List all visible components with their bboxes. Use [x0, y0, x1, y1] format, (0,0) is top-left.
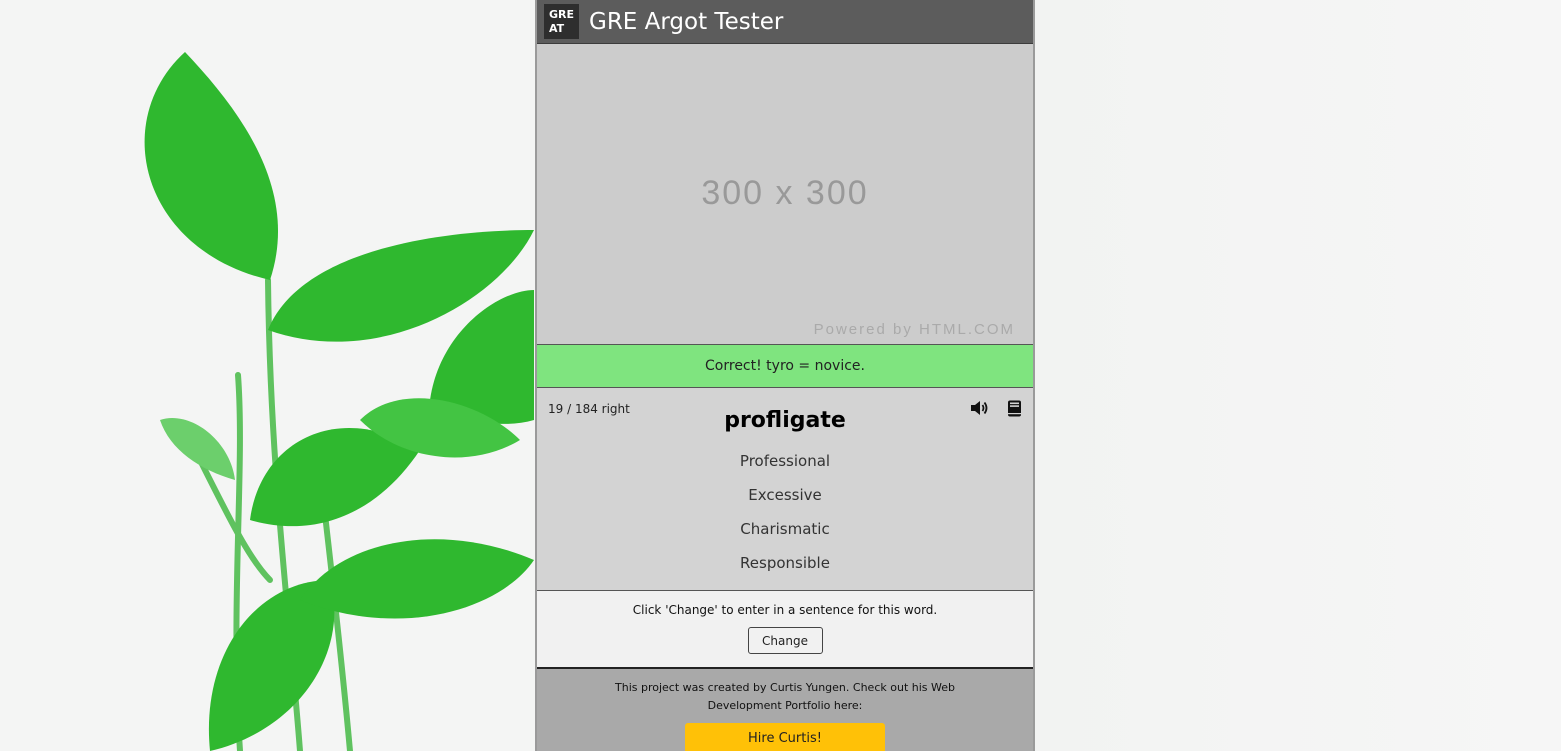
sentence-section: Click 'Change' to enter in a sentence fo… [537, 591, 1033, 669]
sentence-prompt: Click 'Change' to enter in a sentence fo… [632, 603, 938, 617]
ad-placeholder[interactable]: 300 x 300 Powered by HTML.COM [537, 44, 1033, 345]
app-logo: GRE AT [544, 4, 579, 39]
ad-powered-text: Powered by HTML.COM [813, 321, 1015, 338]
answer-option-3[interactable]: Charismatic [537, 518, 1033, 552]
hire-button[interactable]: Hire Curtis! [685, 723, 885, 751]
background-right [1034, 0, 1561, 751]
quiz-card: 19 / 184 right profligate Professional E… [537, 388, 1033, 591]
app-header: GRE AT GRE Argot Tester [537, 0, 1033, 44]
answer-option-4[interactable]: Responsible [537, 552, 1033, 586]
logo-line-1: GRE [549, 7, 575, 21]
footer: This project was created by Curtis Yunge… [537, 669, 1033, 751]
ad-size-text: 300 x 300 [701, 174, 869, 212]
background-plant-image [0, 0, 540, 751]
quiz-word: profligate [724, 408, 846, 433]
app-panel: GRE AT GRE Argot Tester 300 x 300 Powere… [535, 0, 1035, 751]
answer-option-2[interactable]: Excessive [537, 484, 1033, 518]
answer-option-1[interactable]: Professional [537, 450, 1033, 484]
answer-feedback-banner: Correct! tyro = novice. [537, 345, 1033, 388]
answer-options: Professional Excessive Charismatic Respo… [537, 450, 1033, 586]
logo-line-2: AT [549, 21, 565, 35]
app-title: GRE Argot Tester [589, 8, 784, 35]
footer-text: This project was created by Curtis Yunge… [615, 681, 955, 712]
feedback-text: Correct! tyro = novice. [705, 358, 865, 374]
change-button[interactable]: Change [747, 627, 823, 654]
